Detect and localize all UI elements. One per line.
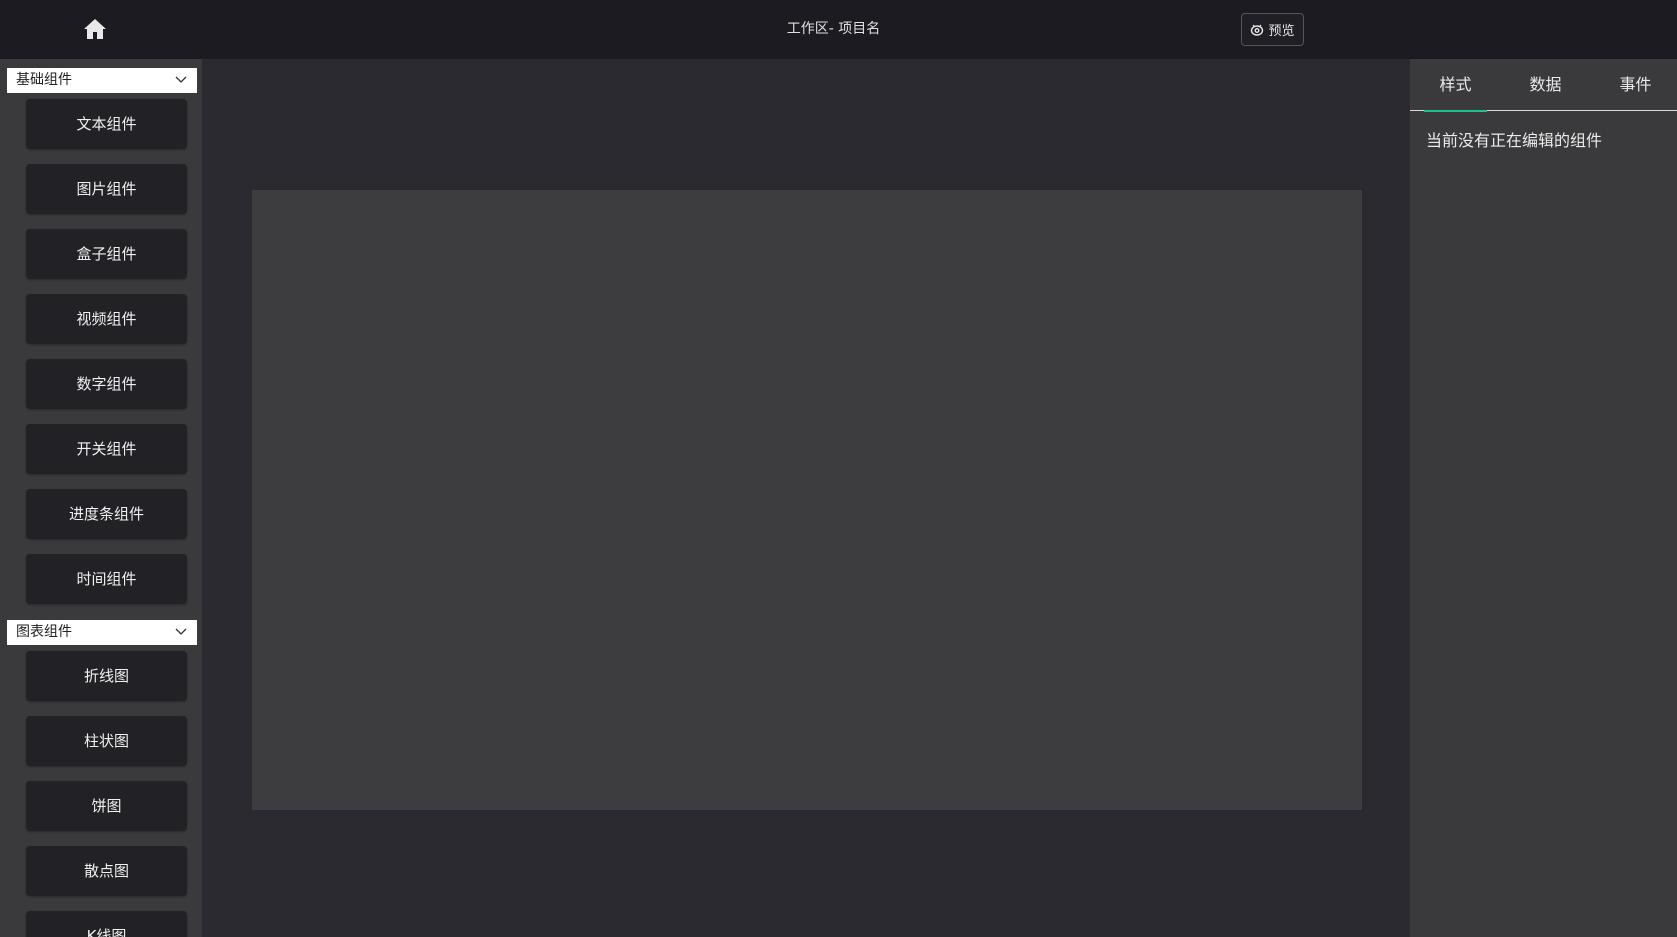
empty-state-message: 当前没有正在编辑的组件 bbox=[1426, 131, 1603, 150]
preview-label: 预览 bbox=[1268, 24, 1295, 39]
group-select-label: 基础组件 bbox=[16, 72, 72, 88]
chevron-down-icon bbox=[175, 76, 187, 83]
home-icon bbox=[84, 19, 106, 39]
component-button-number[interactable]: 数字组件 bbox=[26, 359, 187, 409]
component-button-scatter-chart[interactable]: 散点图 bbox=[26, 846, 187, 896]
group-select-label: 图表组件 bbox=[16, 624, 72, 640]
top-bar: 工作区- 项目名 预览 bbox=[0, 0, 1677, 59]
component-button-pie-chart[interactable]: 饼图 bbox=[26, 781, 187, 831]
tab-events[interactable]: 事件 bbox=[1604, 59, 1667, 111]
component-button-box[interactable]: 盒子组件 bbox=[26, 229, 187, 279]
property-panel: 样式 数据 事件 当前没有正在编辑的组件 bbox=[1410, 59, 1677, 937]
design-canvas[interactable] bbox=[252, 190, 1362, 810]
workspace-title: 工作区- 项目名 bbox=[786, 21, 881, 37]
tab-style[interactable]: 样式 bbox=[1424, 59, 1487, 112]
component-button-progress[interactable]: 进度条组件 bbox=[26, 489, 187, 539]
component-sidebar: 基础组件 文本组件 图片组件 盒子组件 视频组件 数字组件 开关组件 进度条组件… bbox=[0, 59, 202, 937]
group-select-chart[interactable]: 图表组件 bbox=[7, 620, 197, 645]
component-button-kline-chart[interactable]: K线图 bbox=[26, 911, 187, 937]
component-button-video[interactable]: 视频组件 bbox=[26, 294, 187, 344]
component-button-text[interactable]: 文本组件 bbox=[26, 99, 187, 149]
chevron-down-icon bbox=[175, 628, 187, 635]
workspace-area bbox=[202, 59, 1410, 937]
group-select-basic[interactable]: 基础组件 bbox=[7, 68, 197, 93]
preview-button[interactable]: 预览 bbox=[1241, 13, 1304, 46]
component-button-image[interactable]: 图片组件 bbox=[26, 164, 187, 214]
eye-icon bbox=[1251, 24, 1264, 36]
home-button[interactable] bbox=[82, 16, 108, 42]
property-tabs: 样式 数据 事件 bbox=[1410, 59, 1677, 112]
component-button-line-chart[interactable]: 折线图 bbox=[26, 651, 187, 701]
tab-data[interactable]: 数据 bbox=[1514, 59, 1577, 111]
component-button-bar-chart[interactable]: 柱状图 bbox=[26, 716, 187, 766]
component-button-time[interactable]: 时间组件 bbox=[26, 554, 187, 604]
component-button-switch[interactable]: 开关组件 bbox=[26, 424, 187, 474]
